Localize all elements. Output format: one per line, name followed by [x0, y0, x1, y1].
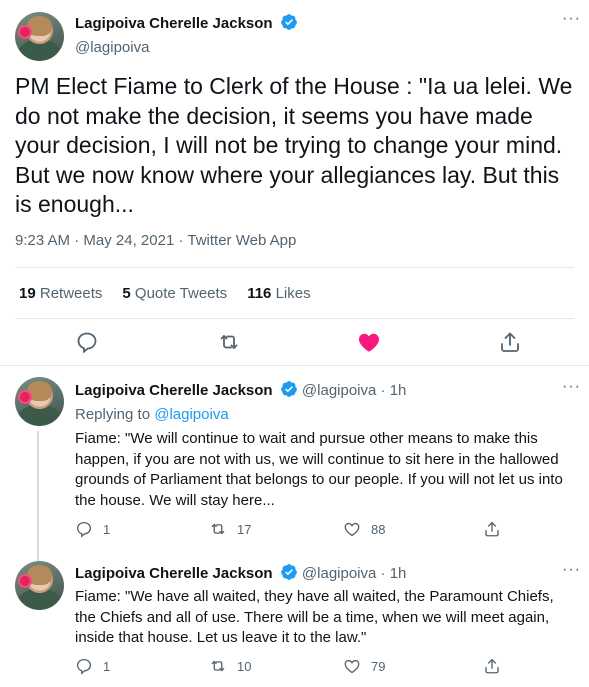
retweet-button[interactable]: 17 [209, 520, 251, 538]
flower-icon [18, 390, 32, 404]
retweet-icon[interactable] [217, 330, 241, 354]
divider [15, 318, 574, 319]
like-button[interactable]: 88 [343, 520, 385, 538]
tweet-actions [0, 330, 589, 360]
reply-count: 1 [103, 521, 111, 537]
reply-actions: 1 17 88 [75, 520, 555, 540]
author-handle[interactable]: @lagipoiva [302, 565, 376, 582]
reply-icon [76, 658, 92, 675]
replying-to-label: Replying to [75, 406, 151, 423]
reply-button[interactable]: 1 [75, 657, 110, 675]
quote-tweets-label: Quote Tweets [134, 285, 228, 302]
likes-label: Likes [275, 285, 311, 302]
retweet-icon [211, 660, 225, 672]
retweets-stat[interactable]: 19 Retweets [19, 285, 102, 302]
heart-icon[interactable] [357, 330, 381, 354]
heart-icon [344, 659, 360, 674]
share-icon [485, 521, 499, 537]
reply-count: 1 [103, 658, 111, 674]
flower-icon [18, 574, 32, 588]
tweet-age[interactable]: 1h [390, 565, 407, 582]
tweet-source[interactable]: Twitter Web App [187, 232, 296, 249]
author-handle[interactable]: @lagipoiva [75, 39, 298, 56]
avatar[interactable] [15, 377, 64, 426]
reply-button[interactable]: 1 [75, 520, 110, 538]
share-icon[interactable] [498, 330, 522, 354]
more-options-icon[interactable]: ··· [562, 10, 581, 28]
likes-stat[interactable]: 116 Likes [247, 285, 310, 302]
quote-tweets-count: 5 [122, 285, 131, 302]
verified-badge-icon [280, 380, 298, 402]
reply-tweet[interactable]: Lagipoiva Cherelle Jackson @lagipoiva · … [0, 551, 589, 687]
retweet-icon [211, 523, 225, 535]
share-icon [485, 658, 499, 674]
like-button[interactable]: 79 [343, 657, 385, 675]
divider [15, 267, 574, 268]
author-block: Lagipoiva Cherelle Jackson @lagipoiva [75, 13, 298, 56]
more-options-icon[interactable]: ··· [562, 378, 581, 396]
reply-actions: 1 10 79 [75, 657, 555, 677]
reply-header: Lagipoiva Cherelle Jackson @lagipoiva · … [75, 563, 406, 585]
like-count: 79 [371, 658, 386, 674]
more-options-icon[interactable]: ··· [562, 561, 581, 579]
share-button[interactable] [483, 520, 501, 538]
avatar[interactable] [15, 561, 64, 610]
meta-dot: · [380, 565, 386, 582]
verified-badge-icon [280, 13, 298, 36]
author-name[interactable]: Lagipoiva Cherelle Jackson [75, 15, 273, 32]
replying-to-handle[interactable]: @lagipoiva [154, 406, 228, 423]
quote-tweets-stat[interactable]: 5 Quote Tweets [122, 285, 227, 302]
tweet-stats: 19 Retweets 5 Quote Tweets 116 Likes [19, 285, 331, 302]
tweet-date[interactable]: May 24, 2021 [83, 232, 174, 249]
retweet-button[interactable]: 10 [209, 657, 251, 675]
reply-tweet[interactable]: Lagipoiva Cherelle Jackson @lagipoiva · … [0, 366, 589, 561]
flower-icon [18, 25, 32, 39]
author-name[interactable]: Lagipoiva Cherelle Jackson [75, 382, 273, 399]
author-handle[interactable]: @lagipoiva [302, 382, 376, 399]
meta-dot: · [178, 232, 184, 249]
share-button[interactable] [483, 657, 501, 675]
reply-icon [76, 521, 92, 538]
tweet-meta: 9:23 AM · May 24, 2021 · Twitter Web App [15, 232, 296, 249]
like-count: 88 [371, 521, 386, 537]
retweet-count: 17 [237, 521, 252, 537]
retweet-count: 10 [237, 658, 252, 674]
reply-header: Lagipoiva Cherelle Jackson @lagipoiva · … [75, 380, 406, 402]
heart-icon [344, 522, 360, 537]
meta-dot: · [380, 382, 386, 399]
reply-text: Fiame: "We have all waited, they have al… [75, 588, 554, 646]
meta-dot: · [74, 232, 80, 249]
retweets-label: Retweets [39, 285, 103, 302]
reply-text: Fiame: "We will continue to wait and pur… [75, 430, 563, 509]
avatar[interactable] [15, 12, 64, 61]
author-name[interactable]: Lagipoiva Cherelle Jackson [75, 565, 273, 582]
likes-count: 116 [247, 285, 272, 302]
replying-to: Replying to @lagipoiva [75, 406, 229, 423]
tweet-age[interactable]: 1h [390, 382, 407, 399]
thread-line [37, 431, 39, 561]
reply-icon[interactable] [75, 330, 99, 354]
tweet-text: PM Elect Fiame to Clerk of the House : "… [15, 73, 573, 217]
verified-badge-icon [280, 563, 298, 585]
retweets-count: 19 [19, 285, 36, 302]
tweet-time[interactable]: 9:23 AM [15, 232, 70, 249]
